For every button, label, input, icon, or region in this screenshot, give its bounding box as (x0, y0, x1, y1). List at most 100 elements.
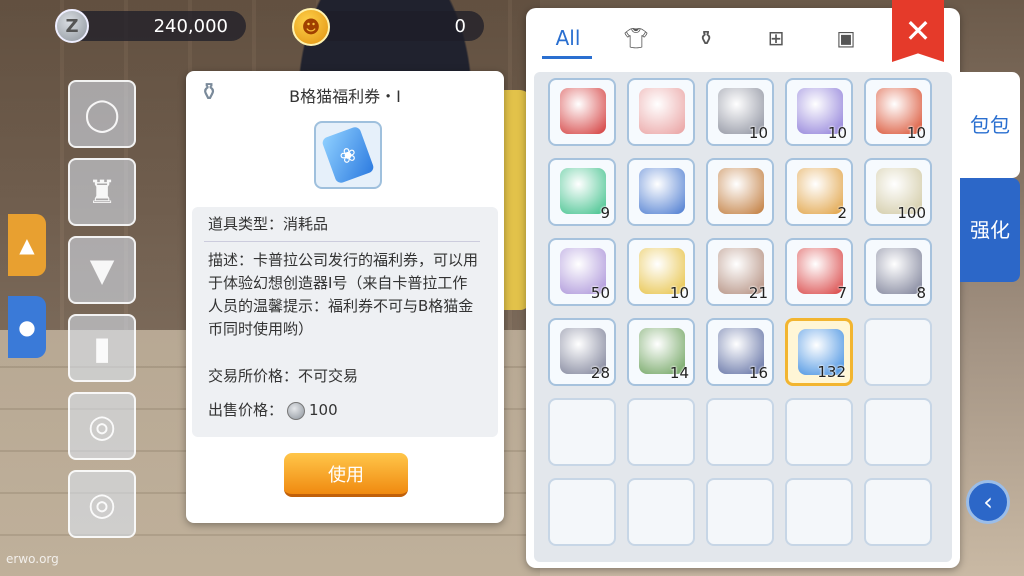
item-tooltip: ⚱ B格猫福利券・I ❀ 道具类型：消耗品 描述：卡普拉公司发行的福利券，可以用… (186, 71, 504, 523)
zeny-amount: 240,000 (153, 15, 228, 37)
inventory-slot[interactable]: 50 (548, 238, 616, 306)
item-count: 50 (590, 284, 610, 302)
divider (204, 241, 480, 242)
pouch-icon: ⚱ (697, 26, 715, 50)
inventory-slot-empty[interactable] (864, 478, 932, 546)
trade-price: 交易所价格：不可交易 (208, 367, 359, 385)
item-count: 8 (916, 284, 926, 302)
inventory-slot-empty[interactable] (864, 398, 932, 466)
item-count: 28 (590, 364, 610, 382)
forbidden-branch-icon (639, 88, 685, 134)
item-preview: ❀ (314, 121, 382, 189)
inventory-slot[interactable]: 2 (785, 158, 853, 226)
item-count: 21 (748, 284, 768, 302)
inventory-slot-empty[interactable] (864, 318, 932, 386)
item-count: 100 (897, 204, 926, 222)
item-count: 10 (827, 124, 847, 142)
shirt-icon: 👕︎ (623, 26, 649, 50)
item-count: 10 (906, 124, 926, 142)
inventory-slot[interactable]: 7 (785, 238, 853, 306)
item-count: 10 (748, 124, 768, 142)
shirt-icon: ▲ (19, 233, 35, 257)
tab-equipment[interactable]: 👕︎ (618, 22, 654, 54)
inventory-slot-empty[interactable] (548, 398, 616, 466)
chevron-left-icon: ‹ (983, 488, 993, 516)
side-tab-bag[interactable]: 包包 (960, 72, 1020, 178)
inventory-slot[interactable]: 8 (864, 238, 932, 306)
tab-cards[interactable]: ▣ (828, 22, 864, 54)
ring-icon: ◎ (88, 485, 116, 523)
item-count: 2 (837, 204, 847, 222)
item-title: B格猫福利券・I (289, 87, 401, 106)
inventory-slot-empty[interactable] (548, 478, 616, 546)
character-side-tab[interactable]: ● (8, 296, 46, 358)
equip-slot-ring-2[interactable]: ◎ (68, 470, 136, 538)
cape-icon: ▼ (89, 251, 115, 289)
tab-underline (542, 56, 592, 59)
inventory-slot[interactable] (627, 158, 695, 226)
side-tab-enhance[interactable]: 强化 (960, 178, 1020, 282)
costume-side-tab[interactable]: ▲ (8, 214, 46, 276)
armor-icon: ♜ (87, 173, 117, 211)
treasure-chest-icon (718, 168, 764, 214)
equip-slot-boots[interactable]: ▮ (68, 314, 136, 382)
item-count: 7 (837, 284, 847, 302)
cat-coin-icon: ☻ (292, 8, 330, 46)
inventory-slot[interactable]: 10 (785, 78, 853, 146)
equip-slot-cape[interactable]: ▼ (68, 236, 136, 304)
sell-price-row: 出售价格： 100 (208, 399, 338, 420)
sell-price-value: 100 (309, 401, 338, 419)
inventory-slot[interactable]: 28 (548, 318, 616, 386)
inventory-slot[interactable] (548, 78, 616, 146)
person-icon: ● (18, 315, 36, 339)
item-type: 道具类型：消耗品 (208, 215, 329, 233)
inventory-slot-empty[interactable] (627, 398, 695, 466)
zeny-coin-icon: Z (55, 9, 89, 43)
inventory-slot[interactable]: 16 (706, 318, 774, 386)
item-count: 10 (669, 284, 689, 302)
inventory-slot[interactable]: 21 (706, 238, 774, 306)
inventory-grid: 10 10 10 9 2 100 50 10 21 7 8 28 14 16 132 (534, 72, 952, 562)
inventory-slot[interactable]: 10 (864, 78, 932, 146)
sell-price-label: 出售价格： (208, 401, 284, 419)
item-count: 9 (600, 204, 610, 222)
zeny-coin-icon (287, 401, 306, 420)
equip-slot-armor[interactable]: ♜ (68, 158, 136, 226)
grid-icon: ⊞ (767, 26, 785, 50)
inventory-slot[interactable]: 10 (706, 78, 774, 146)
inventory-slot[interactable]: 14 (627, 318, 695, 386)
close-button[interactable]: ✕ (892, 0, 944, 62)
equip-slot-accessory[interactable]: ◯ (68, 80, 136, 148)
inventory-slot-empty[interactable] (706, 478, 774, 546)
inventory-panel: All 👕︎ ⚱ ⊞ ▣ ✕ 10 10 10 9 2 100 50 10 21 7 8 28 14 16… (526, 0, 960, 568)
item-count: 132 (817, 363, 846, 381)
boots-icon: ▮ (93, 329, 111, 367)
item-count: 16 (748, 364, 768, 382)
inventory-slot-empty[interactable] (785, 478, 853, 546)
watermark: erwo.org (6, 552, 59, 566)
inventory-slot[interactable] (706, 158, 774, 226)
ring-icon: ◎ (88, 407, 116, 445)
use-button[interactable]: 使用 (284, 453, 408, 497)
blue-staff-icon (639, 168, 685, 214)
orb-icon: ◯ (84, 95, 120, 133)
item-description: 描述：卡普拉公司发行的福利券，可以用于体验幻想创造器Ⅰ号（来自卡普拉工作人员的温… (208, 251, 479, 338)
inventory-slot-empty[interactable] (785, 398, 853, 466)
red-dress-icon (560, 88, 606, 134)
inventory-slot[interactable]: 9 (548, 158, 616, 226)
inventory-slot[interactable]: 10 (627, 238, 695, 306)
back-button[interactable]: ‹ (966, 480, 1010, 524)
tab-all[interactable]: All (548, 22, 588, 54)
inventory-slot-empty[interactable] (706, 398, 774, 466)
card-icon: ▣ (836, 26, 856, 50)
item-count: 14 (669, 364, 689, 382)
inventory-slot[interactable]: 132 (785, 318, 853, 386)
equip-slot-ring-1[interactable]: ◎ (68, 392, 136, 460)
inventory-slot-empty[interactable] (627, 478, 695, 546)
inventory-slot[interactable]: 100 (864, 158, 932, 226)
tab-materials[interactable]: ⊞ (758, 22, 794, 54)
cat-coin-amount: 0 (454, 15, 466, 37)
blue-ticket-icon: ❀ (320, 125, 376, 185)
inventory-slot[interactable] (627, 78, 695, 146)
tab-consumables[interactable]: ⚱ (688, 22, 724, 54)
